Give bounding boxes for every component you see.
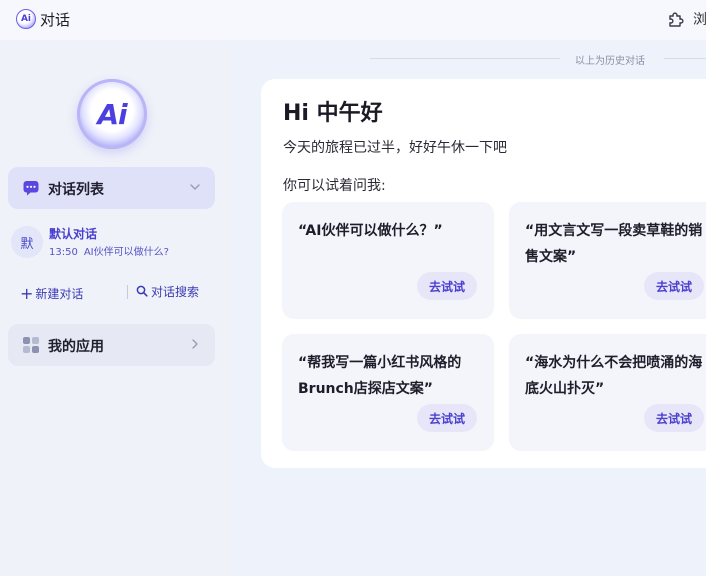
conversation-list-item[interactable]: 默 默认对话 13:50 AI伙伴可以做什么?	[11, 223, 215, 263]
conversation-time: 13:50	[49, 247, 78, 258]
chat-bubble-icon	[23, 181, 39, 196]
suggestion-card[interactable]: “帮我写一篇小红书风格的Brunch店探店文案” 去试试	[282, 334, 494, 451]
conversation-actions: + 新建对话 对话搜索	[20, 283, 215, 303]
my-apps-item[interactable]: 我的应用	[8, 324, 215, 366]
suggestion-card[interactable]: “用文言文写一段卖草鞋的销售文案” 去试试	[509, 202, 706, 319]
conversation-title: 默认对话	[49, 227, 98, 241]
suggestion-text: “帮我写一篇小红书风格的Brunch店探店文案”	[298, 355, 462, 397]
new-conversation-label: 新建对话	[35, 287, 84, 301]
suggestion-text: “海水为什么不会把喷涌的海底火山扑灭”	[525, 355, 703, 397]
plus-icon: +	[20, 284, 34, 303]
puzzle-icon[interactable]	[666, 9, 686, 29]
search-icon	[136, 285, 148, 297]
suggestion-text: “用文言文写一段卖草鞋的销售文案”	[525, 223, 703, 265]
history-label: 以上为历史对话	[575, 56, 645, 67]
conversation-list-toggle[interactable]: 对话列表	[8, 167, 215, 209]
try-button[interactable]: 去试试	[644, 404, 704, 432]
greeting-title: Hi 中午好	[283, 101, 383, 126]
ai-logo-icon: Ai	[77, 79, 147, 149]
try-button[interactable]: 去试试	[644, 272, 704, 300]
top-right-label[interactable]: 浏	[693, 9, 706, 29]
app-logo-text: Ai	[20, 14, 32, 24]
top-bar: Ai 对话 浏	[0, 0, 706, 40]
conversation-list-label: 对话列表	[48, 182, 104, 198]
suggestion-text: “AI伙伴可以做什么？”	[298, 223, 443, 239]
apps-grid-icon	[23, 337, 39, 353]
suggestion-card[interactable]: “AI伙伴可以做什么？” 去试试	[282, 202, 494, 319]
suggestion-card[interactable]: “海水为什么不会把喷涌的海底火山扑灭” 去试试	[509, 334, 706, 451]
history-divider-left	[370, 58, 560, 59]
new-conversation-button[interactable]: + 新建对话	[20, 283, 84, 303]
action-divider	[127, 285, 128, 299]
big-logo-text: Ai	[97, 97, 127, 131]
history-divider-right	[664, 58, 706, 59]
try-button[interactable]: 去试试	[417, 272, 477, 300]
try-button[interactable]: 去试试	[417, 404, 477, 432]
ai-logo-icon: Ai	[16, 9, 36, 29]
chevron-down-icon[interactable]	[189, 181, 201, 193]
chevron-right-icon	[192, 339, 198, 349]
app-title: 对话	[40, 11, 71, 29]
search-conversation-label: 对话搜索	[151, 285, 200, 299]
conversation-preview: AI伙伴可以做什么?	[83, 247, 169, 258]
avatar: 默	[11, 226, 43, 258]
greeting-subtitle: 今天的旅程已过半，好好午休一下吧	[283, 140, 507, 156]
suggestion-prompt-label: 你可以试着问我:	[283, 178, 386, 194]
conversation-meta: 13:50 AI伙伴可以做什么?	[49, 243, 175, 258]
search-conversation-button[interactable]: 对话搜索	[136, 283, 199, 300]
my-apps-label: 我的应用	[48, 339, 104, 355]
